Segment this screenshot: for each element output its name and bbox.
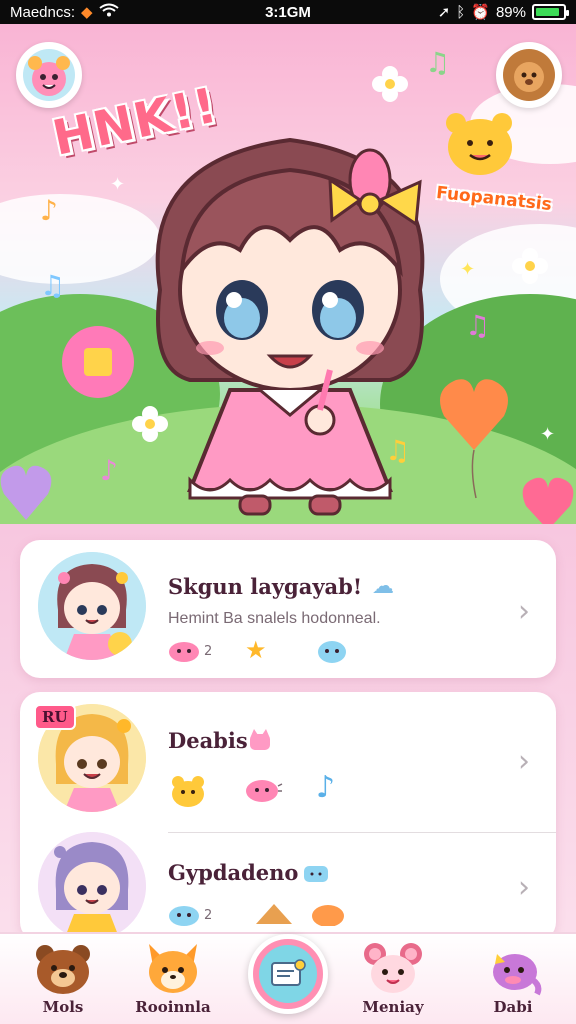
heart-balloon-icon	[0, 465, 52, 520]
blue-blob-icon	[318, 641, 346, 663]
dragon-icon	[493, 954, 542, 996]
music-note-icon: ♪	[316, 770, 336, 805]
nav-item-meniay[interactable]: Meniay	[348, 940, 438, 1016]
flower-icon	[512, 248, 548, 284]
stat-count: 2	[204, 643, 213, 659]
yellow-bear-icon	[172, 776, 204, 807]
hero-banner: HNK!! Fuopanatsis ♪ ♫ ♫ ♫ ♫ ♪ ✦ ✦ ✦	[0, 24, 576, 524]
status-bar: Maedncs: ◆ 3:1GM ➚ ᛒ ⏰ 89%	[0, 0, 576, 24]
cloud-icon: ☁	[372, 574, 394, 599]
nav-item-rooinnla[interactable]: Rooinnla	[128, 940, 218, 1016]
wifi-icon	[98, 3, 119, 21]
row-title: Deabis	[168, 728, 248, 753]
nav-label: Dabi	[493, 998, 533, 1016]
row-title: Gypdadeno	[168, 860, 299, 885]
stat-count: 2	[204, 907, 213, 923]
nav-item-mols[interactable]: Mols	[18, 940, 108, 1016]
chibi-avatar-1	[38, 552, 146, 660]
list-card-1: Skgun laygayab! ☁ Hemint Ba snalels hodo…	[20, 540, 556, 678]
pink-blob-stat: 2	[168, 638, 212, 664]
pink-blob-icon	[246, 780, 283, 802]
signal-icon: ◆	[81, 4, 93, 21]
flower-icon	[372, 66, 408, 102]
battery-icon	[532, 4, 569, 20]
location-icon: ➚	[437, 4, 451, 21]
nav-label: Meniay	[362, 998, 424, 1016]
chibi-avatar-3	[38, 832, 146, 940]
music-note-icon: ♪	[100, 454, 118, 487]
chibi-girl-mascot	[155, 137, 425, 516]
bear-icon	[36, 945, 90, 994]
row-subtitle: Hemint Ba snalels hodonneal.	[168, 610, 381, 627]
fox-icon	[149, 944, 197, 993]
music-note-icon: ♫	[40, 269, 66, 302]
chevron-right-icon: ›	[518, 594, 530, 629]
pink-blob-icon	[169, 642, 199, 662]
blue-cat-icon	[304, 866, 328, 882]
blue-blob-icon	[169, 906, 199, 926]
chevron-right-icon: ›	[518, 870, 530, 905]
pink-creature-icon	[23, 49, 75, 101]
pink-cat-icon	[250, 729, 270, 750]
music-note-icon: ♫	[425, 46, 451, 79]
orange-blob-icon	[312, 905, 344, 926]
nav-label: Rooinnla	[135, 998, 211, 1016]
list-card-2: RU Deabis ♪ › Gypdadeno 2 ›	[20, 692, 556, 942]
nav-label: Mols	[42, 998, 84, 1016]
music-note-icon: ♪	[40, 194, 58, 227]
row-title: Skgun laygayab!	[168, 574, 363, 599]
list-item[interactable]: Skgun laygayab! ☁ Hemint Ba snalels hodo…	[20, 548, 556, 668]
blue-blob-stat: 2	[168, 902, 212, 928]
star-icon: ★	[245, 636, 267, 664]
compose-message-button[interactable]	[248, 934, 328, 1014]
chevron-right-icon: ›	[518, 744, 530, 779]
clock: 3:1GM	[265, 3, 311, 21]
music-note-icon: ♫	[465, 309, 491, 342]
sparkle-icon: ✦	[460, 259, 476, 280]
settings-avatar-button[interactable]	[496, 42, 562, 108]
alarm-icon: ⏰	[471, 4, 490, 21]
bluetooth-icon: ᛒ	[456, 3, 466, 21]
heart-balloon-icon	[522, 477, 574, 524]
carrier-label: Maedncs:	[10, 3, 76, 21]
lion-icon	[503, 49, 555, 101]
star-ribbon-icon	[256, 904, 292, 924]
list-item[interactable]: RU Deabis ♪ ›	[20, 700, 556, 820]
mouse-icon	[364, 943, 422, 993]
status-badge: RU	[34, 704, 76, 730]
sparkle-icon: ✦	[540, 424, 556, 445]
profile-avatar-button[interactable]	[16, 42, 82, 108]
battery-percent: 89%	[495, 3, 526, 21]
message-icon	[271, 959, 306, 986]
nav-item-dabi[interactable]: Dabi	[468, 940, 558, 1016]
